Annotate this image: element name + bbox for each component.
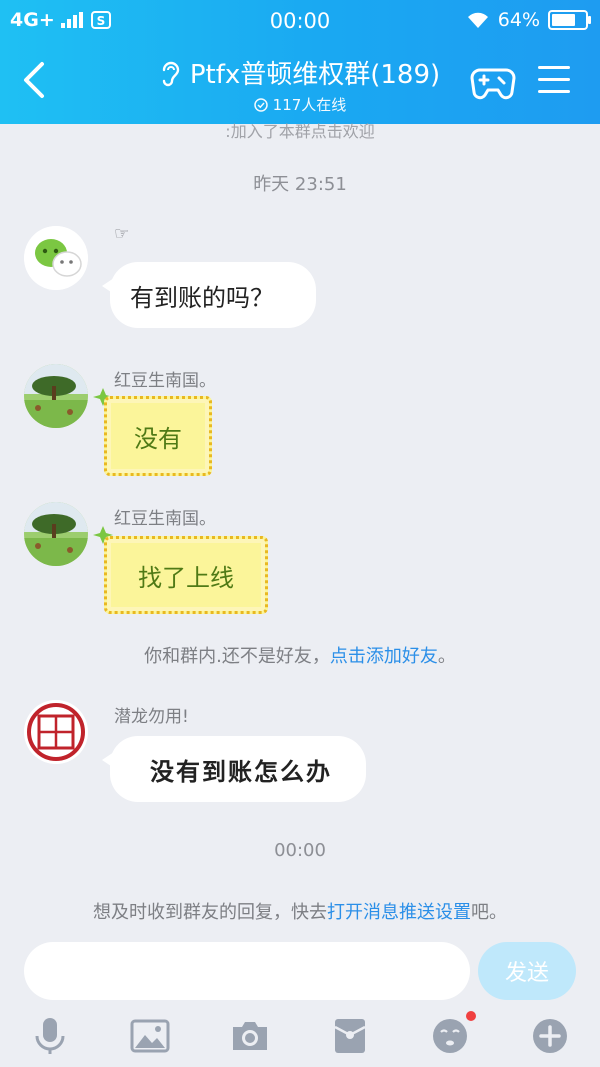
avatar[interactable] (24, 364, 88, 428)
timestamp: 00:00 (274, 840, 326, 861)
emoji-button[interactable] (428, 1011, 476, 1058)
check-circle-icon (253, 97, 268, 112)
friend-notice-text: 你和群内.还不是好友， (144, 646, 330, 667)
status-bar: 4G+ S 00:00 64% (0, 0, 600, 42)
page-title: Ptfx普顿维权群(189) (189, 60, 441, 90)
gamepad-icon (470, 68, 516, 100)
send-button[interactable]: 发送 (478, 942, 576, 1000)
chat-header: 4G+ S 00:00 64% Ptfx普顿维权群(189) 117人在线 (0, 0, 600, 124)
friend-notice-suffix: 。 (437, 646, 456, 667)
message-input[interactable] (24, 942, 470, 1000)
plus-icon (533, 1019, 567, 1053)
menu-line-icon (538, 90, 570, 93)
avatar[interactable] (24, 502, 88, 566)
avatar[interactable] (24, 700, 88, 764)
push-notice-text: 想及时收到群友的回复，快去 (93, 902, 327, 923)
emoji-icon (433, 1019, 467, 1053)
image-icon (130, 1019, 170, 1053)
menu-line-icon (538, 66, 570, 69)
menu-line-icon (538, 78, 570, 81)
join-notice: :加入了本群点击欢迎 (225, 122, 375, 141)
microphone-icon (35, 1018, 65, 1054)
image-button[interactable] (128, 1014, 172, 1058)
camera-button[interactable] (228, 1014, 272, 1058)
add-friend-link[interactable]: 点击添加好友 (330, 646, 438, 667)
ear-icon (162, 61, 180, 86)
timestamp: 昨天 23:51 (253, 174, 347, 195)
sender-name: 红豆生南国。 (114, 371, 216, 391)
notification-dot-icon (466, 1011, 476, 1021)
seal-avatar-icon (24, 700, 88, 764)
push-notice: 想及时收到群友的回复，快去打开消息推送设置吧。 (0, 898, 600, 924)
sender-name: 潜龙勿用! (114, 707, 189, 727)
push-settings-link[interactable]: 打开消息推送设置 (327, 902, 471, 923)
sender-name: ☞ (114, 224, 130, 244)
landscape-avatar-icon (24, 502, 88, 566)
red-packet-button[interactable] (328, 1014, 372, 1058)
red-packet-icon (334, 1019, 366, 1053)
wifi-icon (467, 12, 488, 28)
message-bubble[interactable]: 没有 (104, 396, 212, 476)
status-right: 64% (466, 9, 591, 31)
avatar[interactable] (24, 226, 88, 290)
input-bar: 发送 (0, 934, 600, 1067)
message-bubble[interactable]: 有到账的吗？ (102, 262, 316, 328)
message-bubble[interactable]: 找了上线 (104, 536, 268, 614)
battery-percent: 64% (497, 9, 540, 31)
sender-name: 红豆生南国。 (114, 509, 216, 529)
push-notice-suffix: 吧。 (471, 902, 507, 923)
chat-area[interactable]: :加入了本群点击欢迎 昨天 23:51 ☞ 有到账的吗？ 红豆生南国。 没有 红… (0, 122, 600, 934)
camera-icon (233, 1022, 267, 1050)
wechat-avatar-icon (24, 226, 88, 290)
voice-button[interactable] (28, 1014, 72, 1058)
friend-notice: 你和群内.还不是好友，点击添加好友。 (0, 642, 600, 668)
landscape-avatar-icon (24, 364, 88, 428)
more-button[interactable] (528, 1014, 572, 1058)
message-bubble[interactable]: 没有到账怎么办 (102, 736, 366, 802)
game-button[interactable] (470, 64, 516, 102)
input-toolbar (0, 1011, 600, 1058)
battery-icon (548, 10, 591, 30)
menu-button[interactable] (538, 66, 570, 96)
online-count-label: 117人在线 (272, 96, 347, 114)
